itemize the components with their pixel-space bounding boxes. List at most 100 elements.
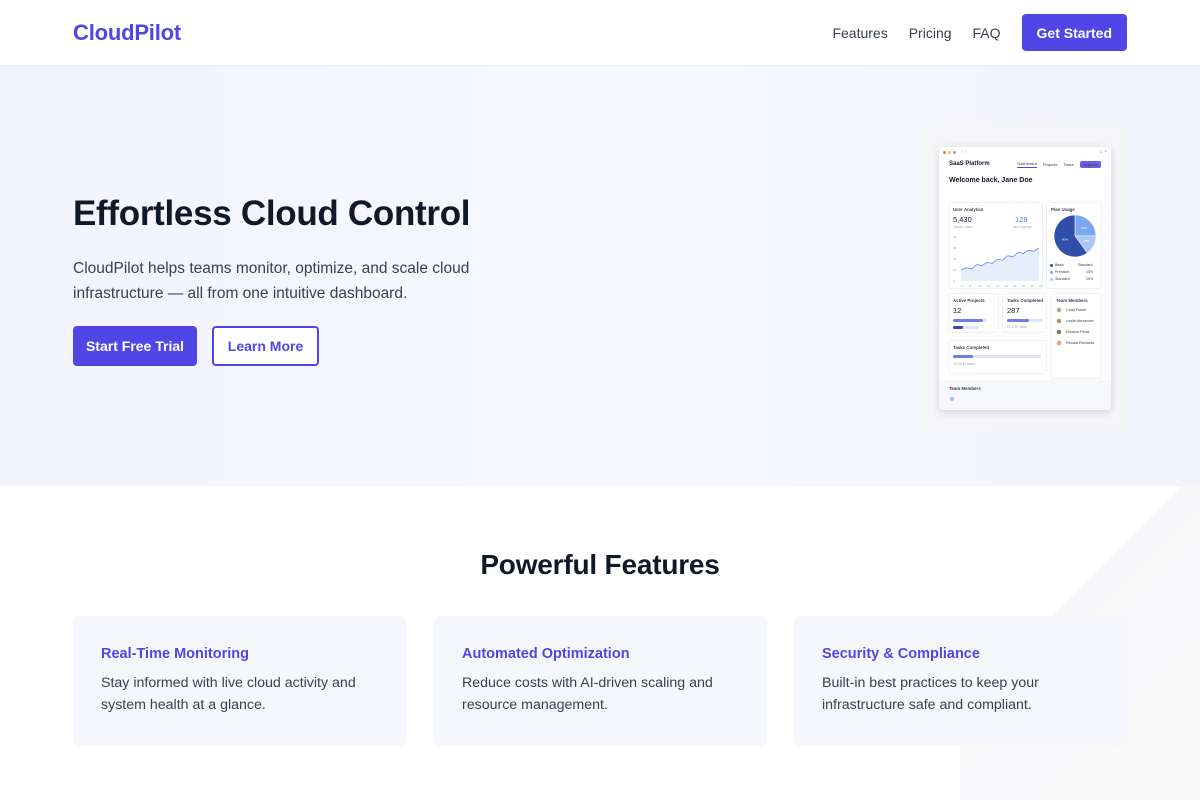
x-tick-label: 20	[1022, 284, 1026, 288]
browser-actions-icon: ⌂ +	[1099, 149, 1107, 155]
analytics-line-chart: 40 30 20 10 0 6 8 10 12 14 16 18 20 22 24	[953, 235, 1043, 288]
feature-card-monitoring: Real-Time Monitoring Stay informed with …	[73, 616, 406, 746]
projects-bar2-fill	[953, 326, 963, 329]
signups-value: 128	[1015, 215, 1028, 224]
legend-basic: Basic Standard	[1050, 263, 1093, 267]
projects-bar-fill	[953, 319, 983, 322]
x-tick-label: 8	[970, 284, 972, 288]
pie-slice-label: 15%	[1083, 239, 1089, 243]
avatar	[1056, 340, 1062, 346]
legend-basic-value: Standard	[1078, 263, 1093, 267]
legend-premium-label: Premium	[1055, 270, 1070, 274]
analytics-title: User Analytics	[953, 207, 984, 212]
tasks-completed-sub: 22 of 87 tasks	[1007, 325, 1027, 329]
user-analytics-card: User Analytics 5,430 Today's Users 128 N…	[948, 202, 1043, 289]
mockup-tab-projects: Projects	[1042, 161, 1058, 167]
legend-premium: Premium 15%	[1050, 270, 1093, 274]
active-projects-title: Active Projects	[953, 298, 985, 303]
feature-card-security: Security & Compliance Built-in best prac…	[794, 616, 1127, 746]
plan-usage-title: Plan Usage	[1051, 207, 1075, 212]
legend-standard-label: Standard	[1055, 277, 1070, 281]
tasks-completed-title: Tasks Completed	[1007, 298, 1044, 303]
logo[interactable]: CloudPilot	[73, 20, 181, 46]
mockup-window-bar: ‹ › ⌂ +	[939, 147, 1111, 157]
tasks-completed-wide-sub: 22 out 87 tasks	[953, 362, 975, 366]
users-value: 5,430	[953, 215, 972, 224]
plan-usage-pie: 25% 15% 60%	[1053, 214, 1097, 258]
y-tick-label: 20	[953, 257, 957, 261]
legend-premium-swatch	[1050, 270, 1053, 274]
avatar	[1056, 329, 1062, 335]
mockup-tab-tasks: Tasks	[1063, 161, 1074, 167]
nav-link-pricing[interactable]: Pricing	[909, 25, 952, 41]
x-tick-label: 22	[1030, 284, 1034, 288]
get-started-button[interactable]: Get Started	[1021, 14, 1127, 51]
team-member: Ronald Richards	[1056, 340, 1094, 346]
x-tick-label: 6	[961, 284, 963, 288]
y-tick-label: 40	[953, 235, 957, 239]
feature-description: Reduce costs with AI-driven scaling and …	[462, 675, 713, 713]
x-tick-label: 14	[996, 284, 1000, 288]
nav-link-features[interactable]: Features	[832, 25, 887, 41]
browser-arrows-icon: ‹ ›	[962, 149, 967, 155]
start-free-trial-button[interactable]: Start Free Trial	[73, 326, 197, 366]
y-tick-label: 30	[953, 246, 957, 250]
tasks-completed-wide-card: Tasks Completed 22 out 87 tasks	[948, 340, 1047, 374]
team-member: Eleanor Pena	[1056, 329, 1089, 335]
learn-more-button[interactable]: Learn More	[212, 326, 319, 366]
avatar	[949, 396, 955, 402]
x-tick-label: 12	[987, 284, 991, 288]
mockup-navbar: SaaS Platform Dashboard Projects Tasks U…	[939, 157, 1111, 171]
y-tick-label: 0	[953, 279, 955, 283]
feature-card-optimization: Automated Optimization Reduce costs with…	[434, 616, 767, 746]
features-title: Powerful Features	[480, 549, 720, 580]
feature-title: Security & Compliance	[822, 646, 980, 662]
users-label: Today's Users	[953, 225, 973, 229]
pie-slice-label: 60%	[1062, 238, 1068, 242]
hero-section: Effortless Cloud Control CloudPilot help…	[0, 66, 1200, 486]
hero-title: Effortless Cloud Control	[73, 194, 471, 233]
plan-usage-card: Plan Usage 25% 15% 60% Basic Standard Prem…	[1046, 202, 1102, 289]
legend-basic-label: Basic	[1055, 263, 1064, 267]
tasks-wide-bar-fill	[953, 355, 973, 358]
y-tick-label: 10	[953, 268, 957, 272]
mockup-welcome: Welcome back, Jane Doe	[949, 177, 1033, 184]
legend-basic-swatch	[1050, 263, 1053, 267]
legend-premium-value: 15%	[1086, 270, 1094, 274]
feature-title: Real-Time Monitoring	[101, 646, 249, 662]
x-tick-label: 18	[1013, 284, 1017, 288]
analytics-area	[961, 248, 1039, 281]
team-member-name: Leslie Alexander	[1066, 319, 1094, 323]
feature-title: Automated Optimization	[462, 646, 630, 662]
mockup-brand: SaaS Platform	[949, 161, 990, 167]
footer-team-members-title: Team Members	[949, 386, 981, 391]
tasks-completed-card: Tasks Completed 287 22 of 87 tasks	[1002, 293, 1047, 333]
tasks-completed-wide-title: Tasks Completed	[953, 345, 990, 350]
mockup-upgrade-button: Upgrade	[1079, 160, 1101, 168]
legend-standard: Standard 25%	[1050, 277, 1093, 281]
x-tick-label: 24	[1039, 284, 1043, 288]
tasks-completed-value: 287	[1007, 306, 1020, 315]
avatar	[1056, 318, 1062, 324]
x-tick-label: 16	[1004, 284, 1008, 288]
team-member-name: Ronald Richards	[1066, 341, 1095, 345]
nav-link-faq[interactable]: FAQ	[973, 25, 1001, 41]
window-maximize-dot	[953, 150, 956, 154]
legend-standard-swatch	[1050, 277, 1053, 281]
mockup-footer: Team Members	[939, 380, 1111, 410]
site-header: CloudPilot Features Pricing FAQ Get Star…	[0, 0, 1200, 66]
team-member: Leslie Alexander	[1056, 318, 1094, 324]
dashboard-preview: ‹ › ⌂ + SaaS Platform Dashboard Projects…	[923, 122, 1127, 430]
team-members-title: Team Members	[1056, 298, 1088, 303]
hero-description: CloudPilot helps teams monitor, optimize…	[73, 260, 470, 302]
mockup-tab-dashboard: Dashboard	[1017, 160, 1037, 168]
dashboard-mockup: ‹ › ⌂ + SaaS Platform Dashboard Projects…	[939, 147, 1111, 410]
signups-label: New Signups	[1013, 225, 1032, 229]
feature-description: Built-in best practices to keep your inf…	[822, 675, 1039, 713]
active-projects-value: 12	[953, 306, 962, 315]
active-projects-card: Active Projects 12	[948, 293, 999, 333]
team-member-name: Eleanor Pena	[1066, 330, 1090, 334]
mockup-nav-links: Dashboard Projects Tasks Upgrade	[1011, 160, 1101, 168]
legend-standard-value: 25%	[1086, 277, 1094, 281]
avatar	[1056, 307, 1062, 313]
